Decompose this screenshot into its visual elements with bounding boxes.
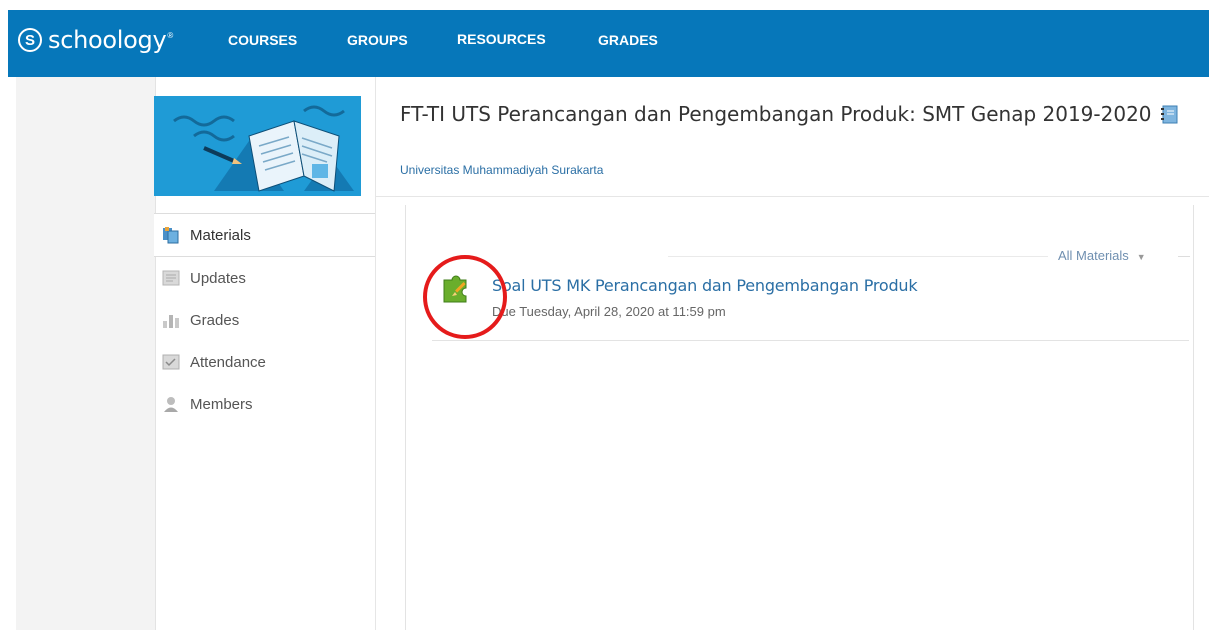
logo-text: schoology xyxy=(48,26,167,54)
nav-groups[interactable]: GROUPS xyxy=(347,32,408,48)
sidebar-item-members[interactable]: Members xyxy=(154,383,382,425)
schoology-logo[interactable]: S schoology ® xyxy=(18,24,173,56)
material-item[interactable]: Soal UTS MK Perancangan dan Pengembangan… xyxy=(432,264,1189,341)
sidebar-item-label: Updates xyxy=(190,269,246,287)
schoology-s-icon: S xyxy=(18,28,42,52)
filter-label: All Materials xyxy=(1058,248,1129,263)
open-book-illustration xyxy=(154,96,361,196)
sidebar-item-label: Members xyxy=(190,395,253,413)
material-title-link[interactable]: Soal UTS MK Perancangan dan Pengembangan… xyxy=(492,276,918,295)
nav-grades[interactable]: GRADES xyxy=(598,32,658,48)
left-margin xyxy=(8,77,16,630)
attendance-icon xyxy=(162,354,180,370)
course-banner-image xyxy=(154,96,361,196)
nav-courses[interactable]: COURSES xyxy=(228,32,297,48)
sidebar-item-label: Materials xyxy=(190,226,251,244)
sidebar-item-attendance[interactable]: Attendance xyxy=(154,341,382,383)
course-title: FT-TI UTS Perancangan dan Pengembangan P… xyxy=(400,100,1180,128)
sidebar-item-label: Attendance xyxy=(190,353,266,371)
all-materials-dropdown[interactable]: All Materials ▼ xyxy=(1058,248,1146,263)
members-icon xyxy=(164,397,178,412)
sidebar-item-grades[interactable]: Grades xyxy=(154,299,382,341)
chevron-down-icon: ▼ xyxy=(1136,252,1146,262)
app-frame: S schoology ® COURSES GROUPS RESOURCES G… xyxy=(8,0,1209,630)
sidebar-item-label: Grades xyxy=(190,311,240,329)
course-title-text: FT-TI UTS Perancangan dan Pengembangan P… xyxy=(400,102,1152,126)
course-notebook-icon[interactable] xyxy=(1160,104,1180,124)
updates-icon xyxy=(162,270,180,286)
top-navigation-bar: S schoology ® COURSES GROUPS RESOURCES G… xyxy=(8,10,1209,77)
sidebar-item-materials[interactable]: Materials xyxy=(154,213,382,257)
materials-icon xyxy=(163,227,179,244)
nav-resources[interactable]: RESOURCES xyxy=(457,31,546,47)
sidebar-item-updates[interactable]: Updates xyxy=(154,257,382,299)
material-due-date: Due Tuesday, April 28, 2020 at 11:59 pm xyxy=(492,304,726,319)
filter-divider-right xyxy=(1178,256,1190,257)
header-divider xyxy=(375,196,1209,197)
highlight-circle xyxy=(423,255,507,339)
filter-divider-left xyxy=(668,256,1048,257)
trademark-symbol: ® xyxy=(167,30,174,40)
organization-link[interactable]: Universitas Muhammadiyah Surakarta xyxy=(400,163,603,177)
sidebar-nav: Materials Updates Grades Attendance Memb… xyxy=(154,213,382,425)
grades-icon xyxy=(163,315,179,328)
